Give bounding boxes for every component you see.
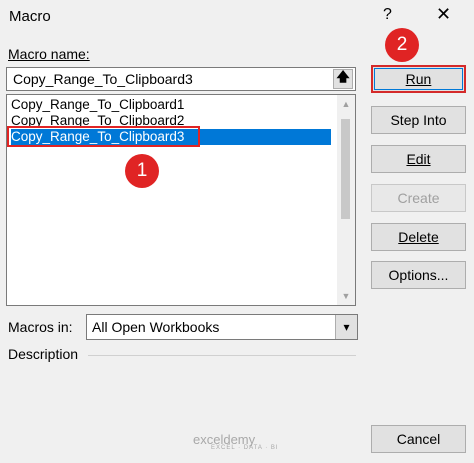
macros-in-label: Macros in: xyxy=(8,319,73,335)
macros-in-value: All Open Workbooks xyxy=(92,319,220,335)
macro-name-value[interactable]: Copy_Range_To_Clipboard3 xyxy=(13,71,193,87)
upload-arrow-icon[interactable]: 🡅 xyxy=(333,69,353,89)
help-button[interactable]: ? xyxy=(383,6,392,24)
description-divider xyxy=(88,355,356,356)
macro-name-label: Macro name: xyxy=(8,46,90,62)
watermark-logo: exceldemy EXCEL · DATA · BI xyxy=(193,432,279,451)
create-button[interactable]: Create xyxy=(371,184,466,212)
step-into-button[interactable]: Step Into xyxy=(371,106,466,134)
scroll-down-icon[interactable]: ▼ xyxy=(337,287,355,305)
watermark-tagline: EXCEL · DATA · BI xyxy=(211,445,279,451)
options-button[interactable]: Options... xyxy=(371,261,466,289)
cancel-button[interactable]: Cancel xyxy=(371,425,466,453)
description-label: Description xyxy=(8,346,79,362)
window-title: Macro xyxy=(9,8,51,25)
chevron-down-icon[interactable]: ▾ xyxy=(335,315,357,339)
delete-button[interactable]: Delete xyxy=(371,223,466,251)
edit-button[interactable]: Edit xyxy=(371,145,466,173)
run-button[interactable]: Run xyxy=(371,65,466,93)
annotation-highlight xyxy=(7,126,200,147)
list-item[interactable]: Copy_Range_To_Clipboard1 xyxy=(11,97,331,113)
list-scrollbar[interactable]: ▲ ▼ xyxy=(337,95,355,305)
macros-in-select[interactable]: All Open Workbooks ▾ xyxy=(86,314,358,340)
scroll-up-icon[interactable]: ▲ xyxy=(337,95,355,113)
macro-name-input[interactable]: Copy_Range_To_Clipboard3 🡅 xyxy=(6,67,356,91)
annotation-badge-2: 2 xyxy=(385,28,419,62)
annotation-badge-1: 1 xyxy=(125,154,159,188)
close-button[interactable]: ✕ xyxy=(436,4,451,25)
scroll-thumb[interactable] xyxy=(341,119,350,219)
